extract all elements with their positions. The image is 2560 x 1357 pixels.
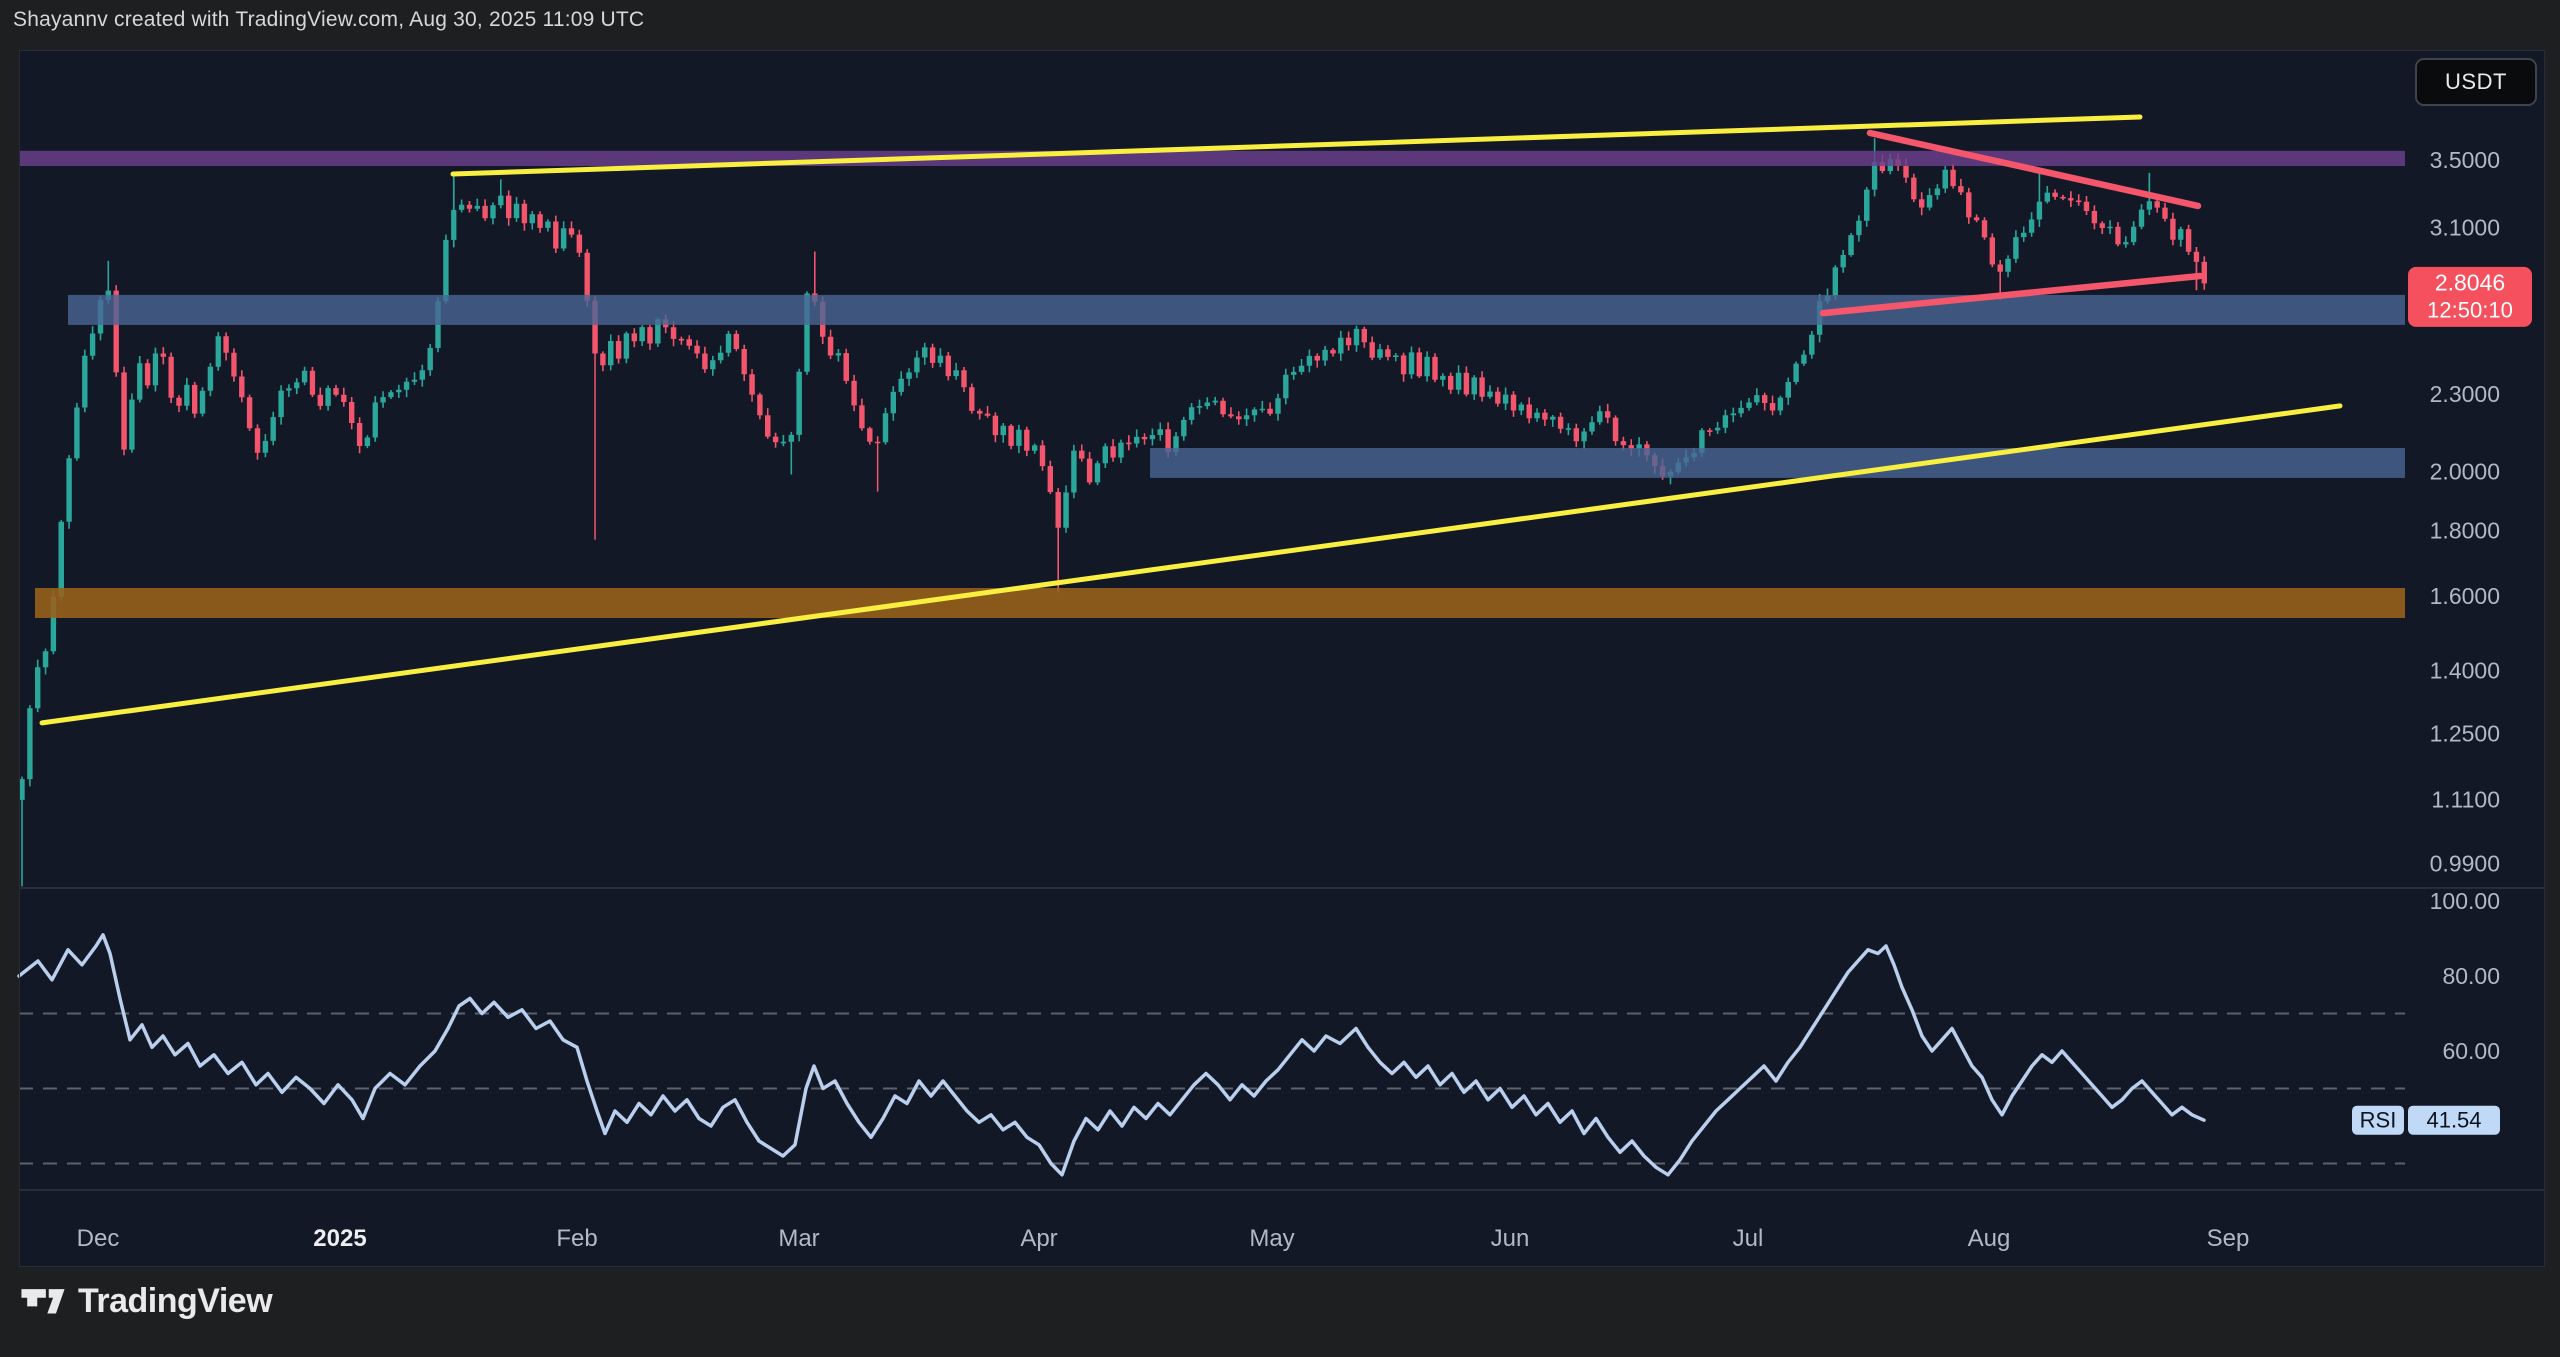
current-price-badge: 2.804612:50:10: [2408, 267, 2532, 327]
rsi-tick-60.00: 60.00: [2442, 1038, 2500, 1064]
price-tick-1.6000: 1.6000: [2430, 583, 2500, 609]
price-tick-2.0000: 2.0000: [2430, 459, 2500, 485]
bar-countdown: 12:50:10: [2427, 297, 2513, 322]
time-label-Jun: Jun: [1491, 1225, 1530, 1252]
tradingview-screenshot: { "header": { "title": "Shayannv created…: [0, 0, 2560, 1357]
price-tick-2.3000: 2.3000: [2430, 381, 2500, 407]
tradingview-wordmark: TradingView: [78, 1282, 272, 1321]
time-label-Aug: Aug: [1968, 1225, 2011, 1252]
zone-support-brown: [35, 588, 2405, 618]
time-label-Feb: Feb: [556, 1225, 597, 1252]
zone-supply-blue-upper: [68, 295, 2405, 325]
price-tick-1.2500: 1.2500: [2430, 721, 2500, 747]
quote-currency-button[interactable]: USDT: [2415, 58, 2537, 106]
zone-demand-blue-lower: [1150, 448, 2405, 478]
tradingview-logo-icon: [20, 1283, 66, 1321]
current-price-value: 2.8046: [2435, 269, 2505, 295]
price-tick-1.8000: 1.8000: [2430, 517, 2500, 543]
price-tick-3.1000: 3.1000: [2430, 215, 2500, 241]
rsi-tick-80.00: 80.00: [2442, 963, 2500, 989]
time-label-Dec: Dec: [77, 1225, 120, 1252]
time-label-Sep: Sep: [2207, 1225, 2250, 1252]
price-tick-1.4000: 1.4000: [2430, 657, 2500, 683]
time-label-2025: 2025: [313, 1225, 366, 1252]
price-chart-canvas[interactable]: 3.5000 3.1000 2.3000 2.0000 1.8000 1.6000 1.40…: [0, 0, 2560, 1357]
time-label-Mar: Mar: [778, 1225, 819, 1252]
price-tick-1.1100: 1.1100: [2431, 787, 2500, 813]
rsi-value-badge: RSI 41.54: [2352, 1106, 2500, 1135]
time-label-Apr: Apr: [1020, 1225, 1057, 1252]
time-label-May: May: [1249, 1225, 1294, 1252]
price-tick-0.9900: 0.9900: [2430, 850, 2500, 876]
time-label-Jul: Jul: [1733, 1225, 1764, 1252]
zone-resistance-purple: [19, 151, 2405, 166]
price-tick-3.5000: 3.5000: [2430, 147, 2500, 173]
rsi-tick-100.00: 100.00: [2430, 888, 2500, 914]
chart-widget-bg: [19, 50, 2545, 1267]
rsi-last-value: 41.54: [2426, 1108, 2481, 1133]
tradingview-logo[interactable]: TradingView: [20, 1282, 272, 1321]
rsi-label: RSI: [2360, 1108, 2397, 1133]
